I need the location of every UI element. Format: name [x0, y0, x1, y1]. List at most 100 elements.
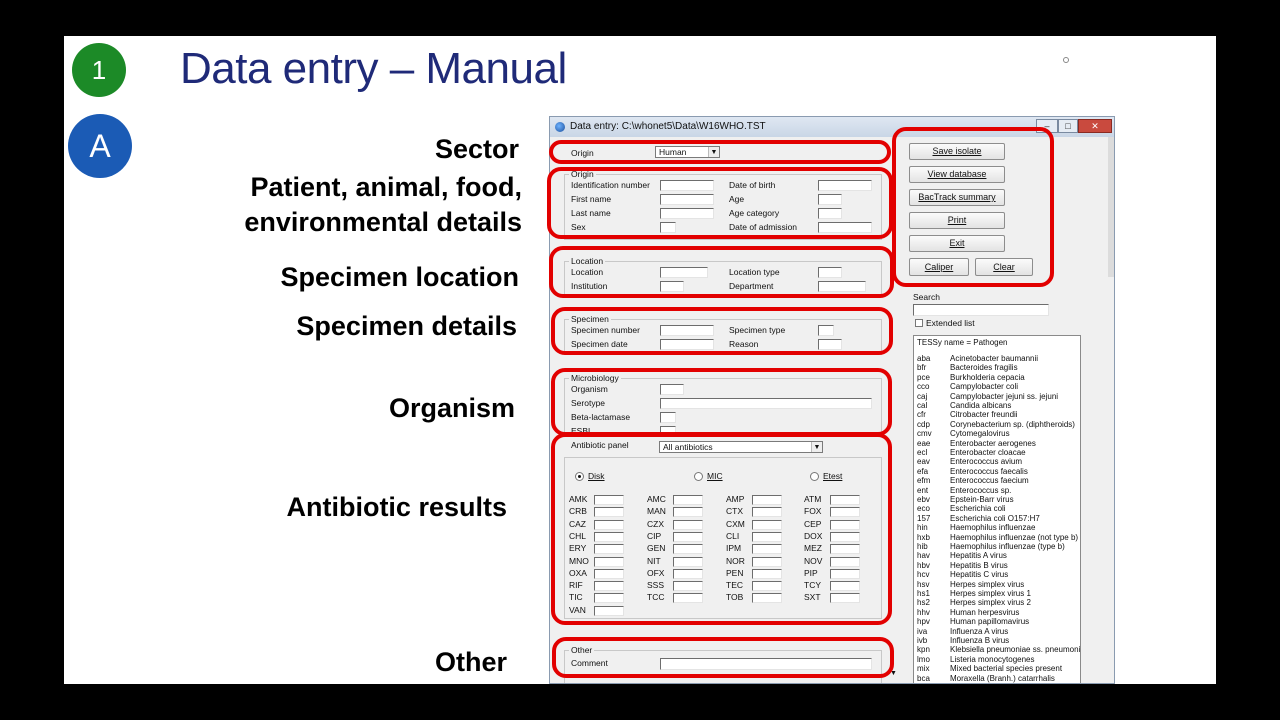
antibiotic-result-field[interactable] [830, 544, 860, 555]
organism-list-item[interactable]: hav Hepatitis A virus [917, 551, 1007, 560]
antibiotic-result-field[interactable] [830, 495, 860, 505]
organism-list-item[interactable]: hsv Herpes simplex virus [917, 580, 1024, 589]
organism-list-item[interactable]: cfr Citrobacter freundii [917, 410, 1018, 419]
antibiotic-result-field[interactable] [594, 568, 624, 579]
caliper-button[interactable]: Caliper [909, 258, 969, 276]
age-category-field[interactable] [818, 208, 842, 219]
organism-list-item[interactable]: ivb Influenza B virus [917, 636, 1009, 645]
organism-list-item[interactable]: ecl Enterobacter cloacae [917, 448, 1026, 457]
comment-field[interactable] [660, 658, 872, 670]
scroll-down-icon[interactable]: ▼ [890, 668, 897, 679]
beta-lactamase-field[interactable] [660, 412, 676, 423]
clear-button[interactable]: Clear [975, 258, 1033, 276]
antibiotic-result-field[interactable] [673, 507, 703, 518]
age-field[interactable] [818, 194, 842, 205]
antibiotic-panel-select[interactable]: All antibiotics ▼ [659, 441, 823, 453]
organism-list-item[interactable]: hhv Human herpesvirus [917, 608, 1019, 617]
department-field[interactable] [818, 281, 866, 292]
organism-list-item[interactable]: caj Campylobacter jejuni ss. jejuni [917, 392, 1058, 401]
antibiotic-result-field[interactable] [752, 581, 782, 592]
antibiotic-result-field[interactable] [673, 544, 703, 555]
search-input[interactable] [913, 304, 1049, 316]
organism-list-item[interactable]: eco Escherichia coli [917, 504, 1006, 513]
organism-list-item[interactable]: 157 Escherichia coli O157:H7 [917, 514, 1040, 523]
etest-radio[interactable] [810, 472, 819, 481]
antibiotic-result-field[interactable] [594, 544, 624, 555]
organism-list-item[interactable]: hpv Human papillomavirus [917, 617, 1029, 626]
minimize-icon[interactable]: – [1036, 119, 1058, 133]
organism-list-item[interactable]: cal Candida albicans [917, 401, 1011, 410]
antibiotic-result-field[interactable] [594, 519, 624, 530]
antibiotic-result-field[interactable] [594, 507, 624, 518]
organism-list-item[interactable]: cco Campylobacter coli [917, 382, 1018, 391]
organism-list-item[interactable]: lmo Listeria monocytogenes [917, 655, 1035, 664]
antibiotic-result-field[interactable] [830, 556, 860, 567]
dob-field[interactable] [818, 180, 872, 191]
antibiotic-result-field[interactable] [594, 556, 624, 567]
vertical-scrollbar[interactable] [1108, 137, 1114, 277]
antibiotic-result-field[interactable] [673, 519, 703, 530]
origin-select[interactable]: Human ▼ [655, 146, 720, 158]
location-field[interactable] [660, 267, 708, 278]
first-name-field[interactable] [660, 194, 714, 205]
save-isolate-button[interactable]: Save isolate [909, 143, 1005, 160]
organism-list-item[interactable]: bca Moraxella (Branh.) catarrhalis [917, 674, 1055, 683]
antibiotic-result-field[interactable] [673, 556, 703, 567]
organism-list-item[interactable]: hxb Haemophilus influenzae (not type b) [917, 533, 1078, 542]
antibiotic-result-field[interactable] [673, 593, 703, 604]
antibiotic-result-field[interactable] [830, 568, 860, 579]
specimen-type-field[interactable] [818, 325, 834, 336]
reason-field[interactable] [818, 339, 842, 350]
organism-list-item[interactable]: hbv Hepatitis B virus [917, 561, 1008, 570]
antibiotic-result-field[interactable] [752, 495, 782, 505]
view-database-button[interactable]: View database [909, 166, 1005, 183]
antibiotic-result-field[interactable] [830, 593, 860, 604]
location-type-field[interactable] [818, 267, 842, 278]
antibiotic-result-field[interactable] [752, 507, 782, 518]
extended-list-checkbox[interactable] [915, 319, 923, 327]
antibiotic-result-field[interactable] [752, 593, 782, 604]
antibiotic-result-field[interactable] [752, 519, 782, 530]
organism-list-item[interactable]: hs2 Herpes simplex virus 2 [917, 598, 1031, 607]
antibiotic-result-field[interactable] [830, 519, 860, 530]
antibiotic-result-field[interactable] [830, 581, 860, 592]
organism-list-item[interactable]: ebv Epstein-Barr virus [917, 495, 1014, 504]
organism-list-item[interactable]: bfr Bacteroides fragilis [917, 363, 1018, 372]
institution-field[interactable] [660, 281, 684, 292]
antibiotic-result-field[interactable] [752, 544, 782, 555]
organism-list-item[interactable]: hcv Hepatitis C virus [917, 570, 1008, 579]
organism-list-item[interactable]: kpn Klebsiella pneumoniae ss. pneumoniae [917, 645, 1080, 654]
antibiotic-result-field[interactable] [594, 593, 624, 604]
organism-list-item[interactable]: eae Enterobacter aerogenes [917, 439, 1036, 448]
antibiotic-result-field[interactable] [752, 556, 782, 567]
exit-button[interactable]: Exit [909, 235, 1005, 252]
organism-list-item[interactable]: efa Enterococcus faecalis [917, 467, 1028, 476]
organism-list-item[interactable]: efm Enterococcus faecium [917, 476, 1029, 485]
admission-field[interactable] [818, 222, 872, 233]
disk-radio[interactable] [575, 472, 584, 481]
antibiotic-result-field[interactable] [673, 568, 703, 579]
organism-list-item[interactable]: pce Burkholderia cepacia [917, 373, 1025, 382]
id-number-field[interactable] [660, 180, 714, 191]
mic-radio[interactable] [694, 472, 703, 481]
organism-list-item[interactable]: mix Mixed bacterial species present [917, 664, 1062, 673]
antibiotic-result-field[interactable] [594, 581, 624, 592]
antibiotic-result-field[interactable] [830, 507, 860, 518]
print-button[interactable]: Print [909, 212, 1005, 229]
antibiotic-result-field[interactable] [673, 495, 703, 505]
esbl-field[interactable] [660, 426, 676, 434]
specimen-date-field[interactable] [660, 339, 714, 350]
organism-field[interactable] [660, 384, 684, 395]
organism-list-item[interactable]: aba Acinetobacter baumannii [917, 354, 1038, 363]
antibiotic-result-field[interactable] [673, 581, 703, 592]
organism-list-item[interactable]: ent Enterococcus sp. [917, 486, 1011, 495]
organism-list[interactable]: TESSy name = Pathogen aba Acinetobacter b… [913, 335, 1081, 683]
antibiotic-result-field[interactable] [594, 531, 624, 542]
antibiotic-result-field[interactable] [594, 495, 624, 505]
sex-field[interactable] [660, 222, 676, 233]
antibiotic-result-field[interactable] [673, 531, 703, 542]
serotype-field[interactable] [660, 398, 872, 409]
maximize-icon[interactable]: □ [1058, 119, 1078, 133]
organism-list-item[interactable]: cdp Corynebacterium sp. (diphtheroids) [917, 420, 1075, 429]
antibiotic-result-field[interactable] [594, 605, 624, 616]
